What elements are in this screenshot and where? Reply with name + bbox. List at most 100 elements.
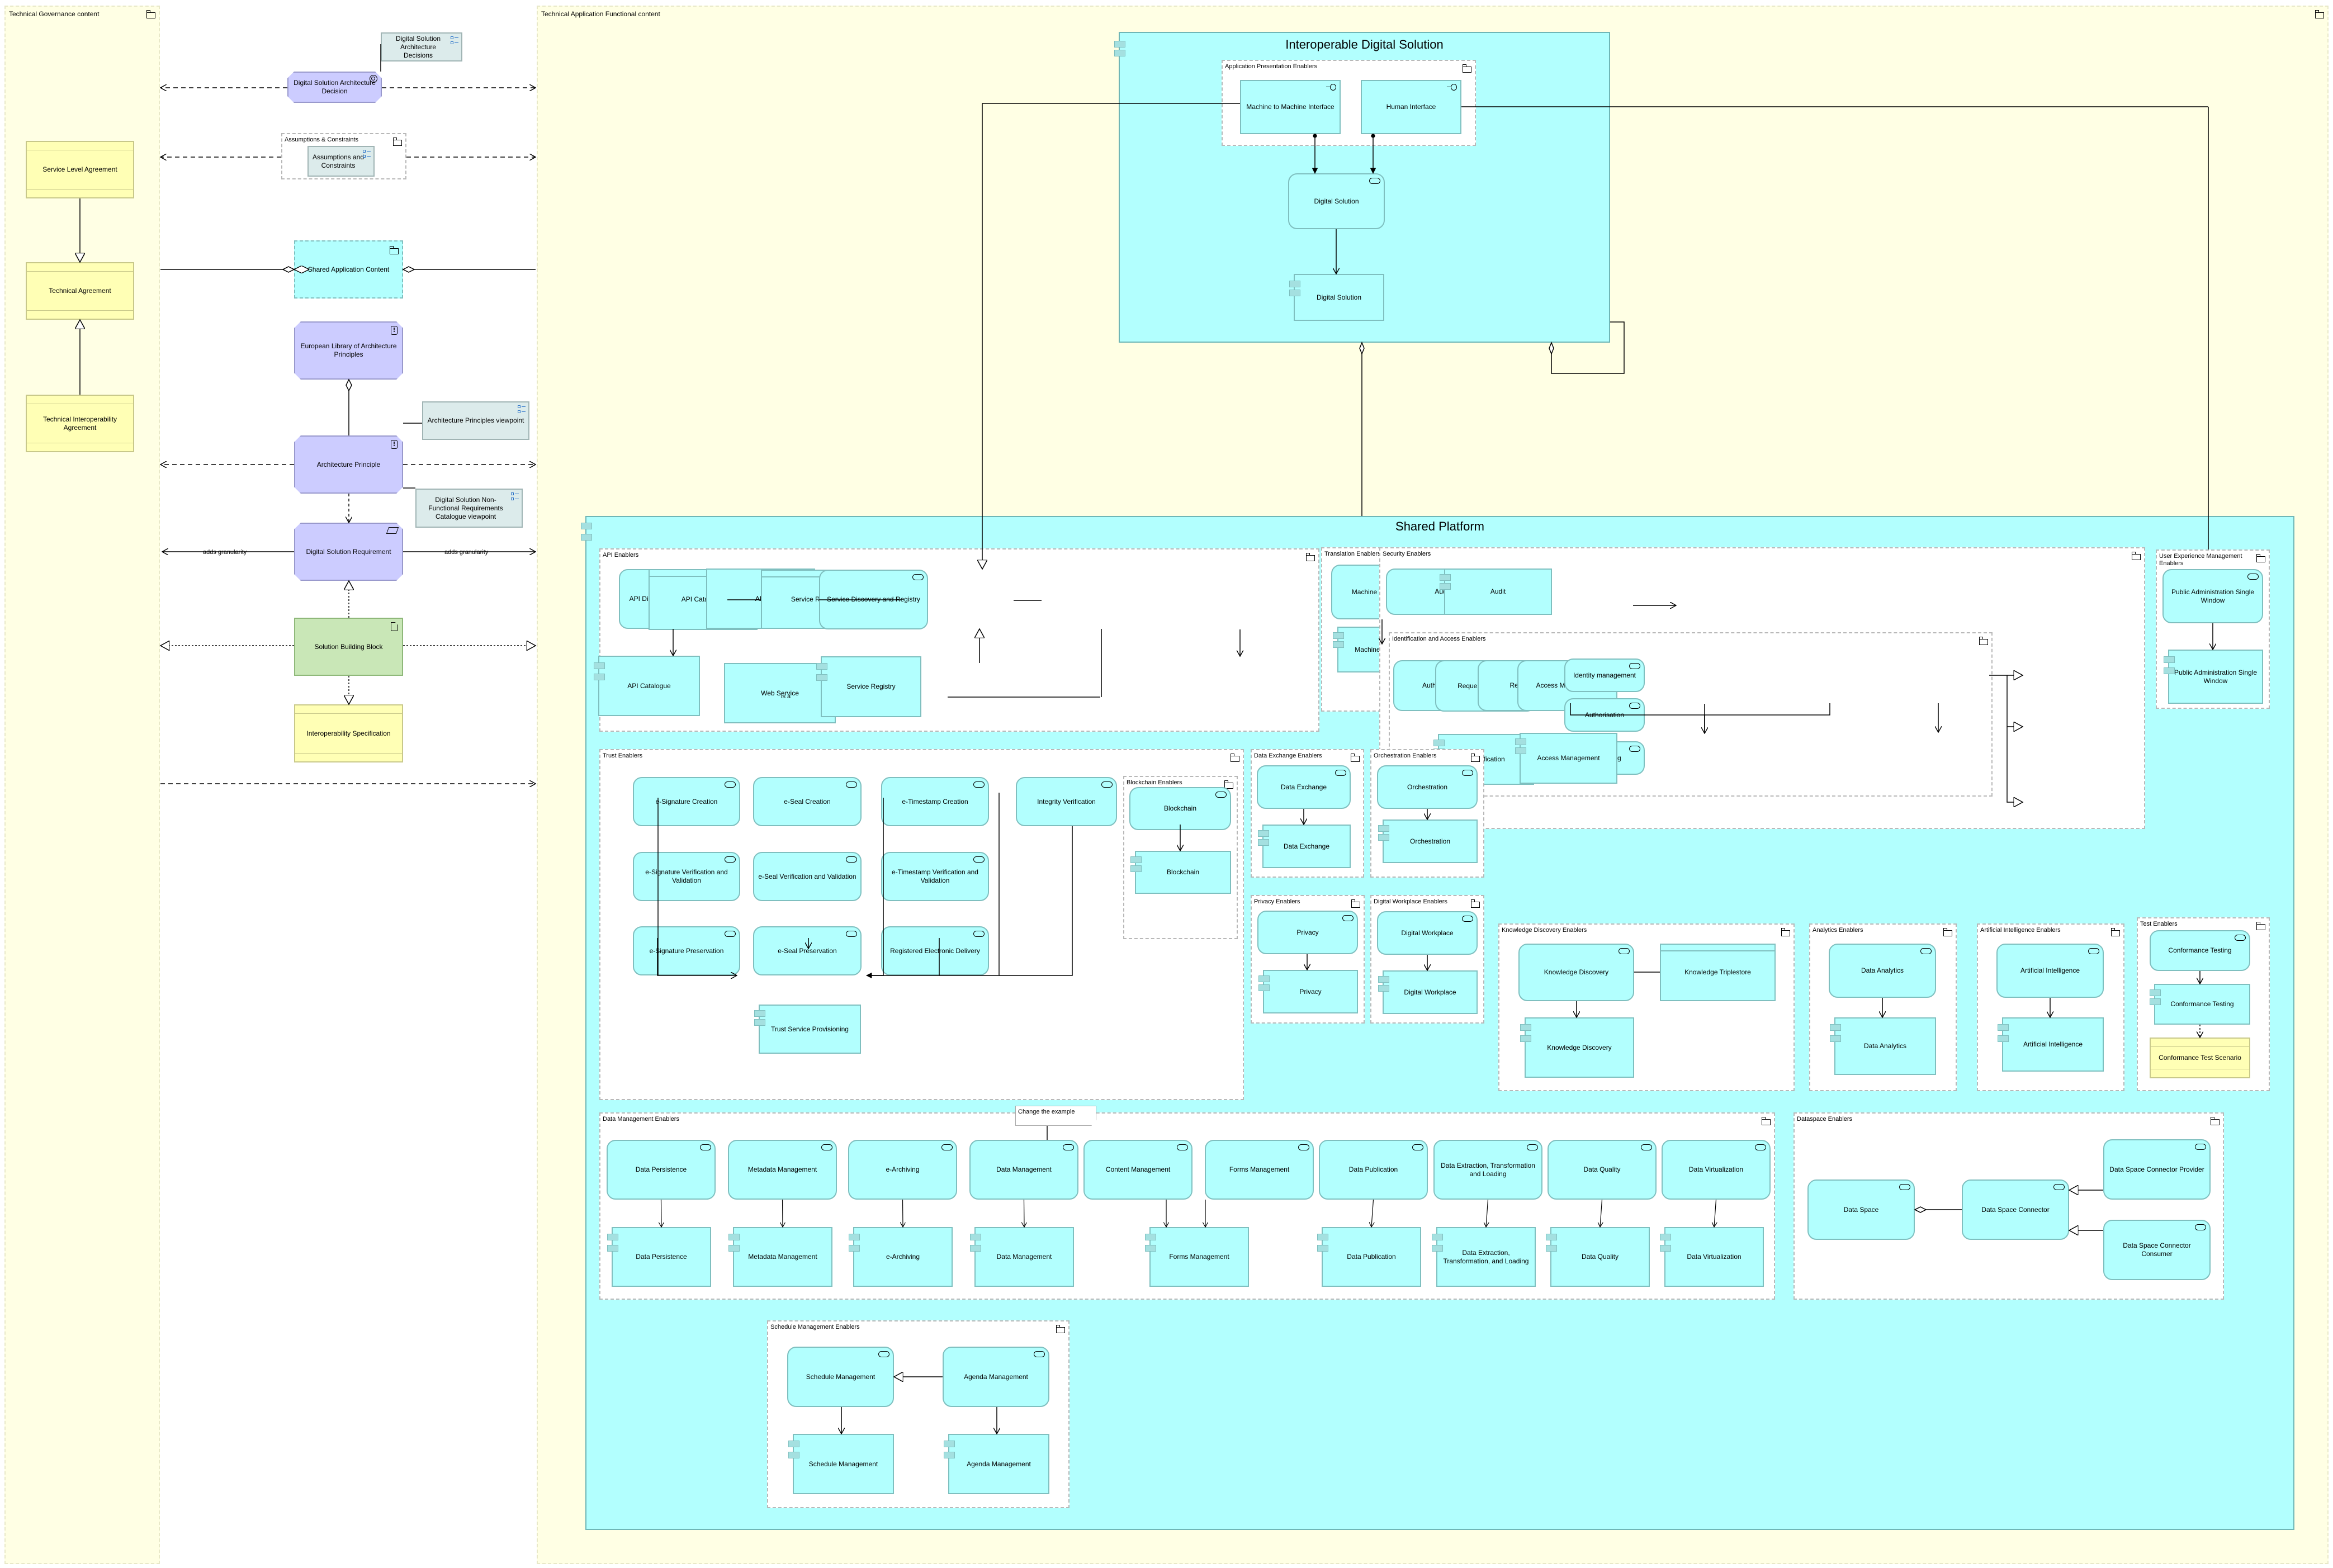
change-example-note[interactable]: Change the example	[1015, 1106, 1096, 1126]
interoperability-specification[interactable]: Interoperability Specification	[294, 704, 403, 762]
folder-icon	[2315, 10, 2324, 18]
component-icon	[1114, 41, 1125, 48]
identity-management-service[interactable]: Identity management	[1564, 659, 1645, 692]
ai-component[interactable]: Artificial Intelligence	[1998, 1017, 2104, 1072]
solution-building-block[interactable]: Solution Building Block	[294, 618, 403, 676]
etimestamp-verification-service[interactable]: e-Timestamp Verification and Validation	[881, 852, 989, 901]
orchestration-component[interactable]: Orchestration	[1378, 819, 1478, 863]
architecture-principle[interactable]: Architecture Principle !	[294, 435, 403, 494]
data-management-component[interactable]: Forms Management	[1145, 1227, 1249, 1287]
audit-component[interactable]: Audit	[1440, 569, 1552, 615]
data-management-service[interactable]: Data Persistence	[607, 1140, 716, 1200]
data-management-service[interactable]: Metadata Management	[728, 1140, 837, 1200]
esignature-verification-service[interactable]: e-Signature Verification and Validation	[633, 852, 740, 901]
orchestration-service[interactable]: Orchestration	[1377, 765, 1478, 809]
architecture-decision[interactable]: Digital Solution Architecture Decision	[287, 72, 382, 103]
service-registry-component[interactable]: Service Registry	[816, 656, 921, 717]
zone-title: Technical Application Functional content	[541, 10, 660, 18]
technical-governance-zone[interactable]: Technical Governance content	[4, 6, 160, 1564]
pasw-component[interactable]: Public Administration Single Window	[2164, 650, 2263, 704]
privacy-component[interactable]: Privacy	[1258, 970, 1358, 1013]
conformance-testing-component[interactable]: Conformance Testing	[2150, 984, 2250, 1025]
digital-workplace-service[interactable]: Digital Workplace	[1377, 911, 1478, 955]
assumptions-view[interactable]: Assumptions and Constraints	[307, 146, 375, 177]
data-management-service[interactable]: Data Virtualization	[1662, 1140, 1771, 1200]
data-management-service[interactable]: Forms Management	[1205, 1140, 1314, 1200]
data-management-component[interactable]: Data Virtualization	[1660, 1227, 1764, 1287]
nfr-catalogue-viewpoint[interactable]: Digital Solution Non-Functional Requirem…	[415, 489, 523, 528]
trust-service-provisioning-component[interactable]: Trust Service Provisioning	[754, 1005, 861, 1054]
eseal-verification-service[interactable]: e-Seal Verification and Validation	[753, 852, 862, 901]
schedule-management-service[interactable]: Schedule Management	[787, 1347, 894, 1407]
connector-consumer-service[interactable]: Data Space Connector Consumer	[2103, 1220, 2211, 1280]
shared-application-content[interactable]: Shared Application Content	[294, 240, 403, 299]
data-analytics-component[interactable]: Data Analytics	[1830, 1017, 1936, 1075]
european-library-architecture-principles[interactable]: European Library of Architecture Princip…	[294, 321, 403, 380]
agenda-management-component[interactable]: Agenda Management	[944, 1434, 1049, 1494]
data-management-service[interactable]: Data Extraction, Transformation and Load…	[1433, 1140, 1542, 1200]
registered-delivery-service[interactable]: Registered Electronic Delivery	[881, 926, 989, 975]
agenda-management-service[interactable]: Agenda Management	[943, 1347, 1049, 1407]
eseal-creation-service[interactable]: e-Seal Creation	[753, 777, 862, 826]
conformance-testing-service[interactable]: Conformance Testing	[2150, 930, 2250, 971]
principle-icon: !	[391, 440, 397, 449]
knowledge-triplestore-object[interactable]: Knowledge Triplestore	[1660, 944, 1776, 1001]
architecture-decisions-view[interactable]: Digital Solution Architecture Decisions	[381, 32, 462, 61]
data-management-component[interactable]: Data Management	[970, 1227, 1074, 1287]
data-analytics-service[interactable]: Data Analytics	[1829, 944, 1936, 998]
data-management-component[interactable]: Data Extraction, Transformation, and Loa…	[1432, 1227, 1536, 1287]
data-management-service[interactable]: Data Quality	[1548, 1140, 1657, 1200]
data-management-component[interactable]: Data Publication	[1317, 1227, 1421, 1287]
component-icon	[849, 1245, 860, 1252]
eseal-preservation-service[interactable]: e-Seal Preservation	[753, 926, 862, 975]
component-icon	[728, 1234, 740, 1240]
esignature-creation-service[interactable]: e-Signature Creation	[633, 777, 740, 826]
technical-interoperability-agreement[interactable]: Technical Interoperability Agreement	[26, 395, 134, 452]
component-icon	[1546, 1234, 1557, 1240]
machine-to-machine-interface[interactable]: Machine to Machine Interface	[1240, 80, 1341, 134]
data-exchange-component[interactable]: Data Exchange	[1258, 825, 1351, 868]
data-space-connector-service[interactable]: Data Space Connector	[1962, 1179, 2069, 1240]
architecture-principles-viewpoint[interactable]: Architecture Principles viewpoint	[422, 401, 529, 440]
component-icon	[1378, 985, 1389, 992]
esignature-preservation-service[interactable]: e-Signature Preservation	[633, 926, 740, 975]
knowledge-discovery-component[interactable]: Knowledge Discovery	[1520, 1017, 1634, 1078]
service-discovery-registry-service[interactable]: Service Discovery and Registry	[819, 570, 928, 629]
component-icon	[1258, 839, 1269, 846]
digital-solution-requirement[interactable]: Digital Solution Requirement	[294, 523, 403, 581]
data-management-component[interactable]: Data Persistence	[607, 1227, 711, 1287]
data-management-component[interactable]: Data Quality	[1546, 1227, 1650, 1287]
data-management-service[interactable]: Data Publication	[1319, 1140, 1428, 1200]
web-service-interface[interactable]: Web Service	[724, 663, 836, 723]
authorisation-service[interactable]: Authorisation	[1564, 698, 1645, 732]
blockchain-component[interactable]: Blockchain	[1130, 851, 1231, 894]
connector-provider-service[interactable]: Data Space Connector Provider	[2103, 1139, 2211, 1200]
api-catalogue-component[interactable]: API Catalogue	[594, 656, 700, 716]
data-management-service[interactable]: Content Management	[1083, 1140, 1192, 1200]
service-label: Data Quality	[1583, 1166, 1621, 1173]
service-level-agreement[interactable]: Service Level Agreement	[26, 141, 134, 198]
digital-workplace-component[interactable]: Digital Workplace	[1378, 970, 1478, 1014]
viewpoint-icon	[363, 150, 371, 159]
data-management-service[interactable]: e-Archiving	[848, 1140, 957, 1200]
privacy-service[interactable]: Privacy	[1257, 911, 1358, 954]
data-space-service[interactable]: Data Space	[1807, 1179, 1915, 1240]
ai-service[interactable]: Artificial Intelligence	[1996, 944, 2104, 998]
conformance-test-scenario[interactable]: Conformance Test Scenario	[2150, 1038, 2250, 1078]
component-icon	[1333, 632, 1344, 639]
blockchain-service[interactable]: Blockchain	[1129, 787, 1231, 830]
schedule-management-component[interactable]: Schedule Management	[788, 1434, 894, 1494]
integrity-verification-service[interactable]: Integrity Verification	[1016, 777, 1117, 826]
data-management-component[interactable]: Metadata Management	[728, 1227, 832, 1287]
digital-solution-service[interactable]: Digital Solution	[1288, 173, 1385, 229]
pasw-service[interactable]: Public Administration Single Window	[2162, 569, 2263, 623]
technical-agreement[interactable]: Technical Agreement	[26, 262, 134, 320]
digital-solution-component[interactable]: Digital Solution	[1289, 274, 1384, 321]
data-management-service[interactable]: Data Management	[969, 1140, 1078, 1200]
data-exchange-service[interactable]: Data Exchange	[1257, 765, 1351, 809]
knowledge-discovery-service[interactable]: Knowledge Discovery	[1518, 944, 1634, 1001]
access-management-component[interactable]: Access Management	[1515, 733, 1617, 784]
human-interface[interactable]: Human Interface	[1361, 80, 1461, 134]
data-management-component[interactable]: e-Archiving	[849, 1227, 953, 1287]
etimestamp-creation-service[interactable]: e-Timestamp Creation	[881, 777, 989, 826]
